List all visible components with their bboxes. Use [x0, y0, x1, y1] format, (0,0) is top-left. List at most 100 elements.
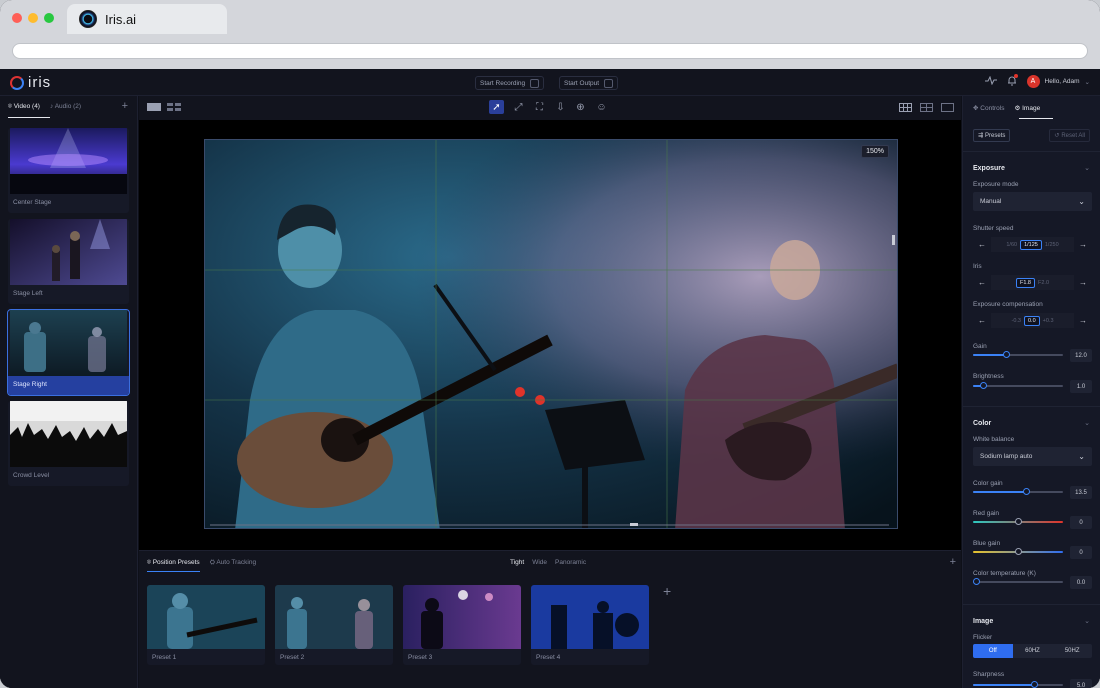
red-gain-value[interactable]: 0 — [1070, 516, 1092, 529]
arrow-right-icon[interactable]: → — [1074, 240, 1092, 249]
presets-button[interactable]: ⇶ Presets — [973, 129, 1011, 142]
address-bar[interactable] — [12, 43, 1088, 59]
slider-handle[interactable] — [973, 578, 981, 585]
single-layout-icon[interactable] — [146, 100, 161, 114]
preset-card[interactable]: Preset 2 — [275, 585, 393, 665]
flicker-60hz-option[interactable]: 60HZ — [1013, 644, 1053, 658]
slider-handle[interactable] — [980, 382, 988, 389]
compensation-prev[interactable]: -0.3 — [1012, 318, 1021, 324]
crop-tool-icon[interactable]: ⛶ — [532, 100, 547, 114]
slider-handle[interactable] — [1030, 681, 1038, 688]
tab-auto-tracking[interactable]: ⛭ Auto Tracking — [210, 559, 256, 572]
tab-position-presets[interactable]: ⌾ Position Presets — [147, 559, 200, 572]
mode-tight[interactable]: Tight — [510, 559, 524, 566]
shutter-prev[interactable]: 1/60 — [1006, 242, 1017, 248]
mode-wide[interactable]: Wide — [532, 559, 547, 566]
brightness-value[interactable]: 1.0 — [1070, 380, 1092, 393]
iris-stepper[interactable]: ← F1.8 F2.0 → — [973, 275, 1092, 290]
chevron-down-icon[interactable]: ⌄ — [1084, 419, 1090, 427]
grid-layout-icon[interactable] — [166, 100, 181, 114]
no-overlay-icon[interactable] — [940, 100, 955, 114]
blue-gain-value[interactable]: 0 — [1070, 546, 1092, 559]
arrow-right-icon[interactable]: → — [1074, 278, 1092, 287]
slider-handle[interactable] — [1022, 488, 1030, 495]
color-gain-value[interactable]: 13.5 — [1070, 486, 1092, 499]
split-overlay-icon[interactable] — [919, 100, 934, 114]
output-settings-icon[interactable] — [604, 78, 614, 88]
camera-card-stage-right[interactable]: Stage Right — [7, 309, 130, 396]
reset-all-button[interactable]: ↺ Reset All — [1049, 129, 1090, 142]
sharpness-slider[interactable] — [973, 681, 1063, 688]
add-preset-button[interactable]: + — [663, 583, 671, 599]
tab-image[interactable]: ⚙ Image — [1014, 104, 1040, 112]
image-section-title[interactable]: Image — [973, 618, 993, 625]
shutter-next[interactable]: 1/250 — [1045, 242, 1059, 248]
arrow-right-icon[interactable]: → — [1074, 316, 1092, 325]
fit-tool-icon[interactable]: ⤢ — [511, 100, 526, 114]
slider-handle[interactable] — [1014, 548, 1022, 555]
user-menu[interactable]: A Hello, Adam ⌄ — [1026, 75, 1090, 88]
slider-handle[interactable] — [1002, 351, 1010, 358]
browser-tab[interactable]: Iris.ai — [67, 4, 227, 34]
close-window-button[interactable] — [12, 13, 22, 23]
slider-handle[interactable] — [1014, 518, 1022, 525]
arrow-left-icon[interactable]: ← — [973, 278, 991, 287]
maximize-window-button[interactable] — [44, 13, 54, 23]
controls-panel: ✥ Controls ⚙ Image ⇶ Presets ↺ Reset All… — [962, 96, 1100, 688]
exposure-compensation-stepper[interactable]: ← -0.3 0.0 +0.3 → — [973, 313, 1092, 328]
preset-card[interactable]: Preset 1 — [147, 585, 265, 665]
exposure-mode-select[interactable]: Manual ⌄ — [973, 192, 1092, 211]
sharpness-value[interactable]: 5.0 — [1070, 679, 1092, 688]
reset-icon: ↺ — [1054, 133, 1060, 139]
compensation-next[interactable]: +0.3 — [1043, 318, 1054, 324]
white-balance-select[interactable]: Sodium lamp auto ⌄ — [973, 447, 1092, 466]
activity-icon[interactable] — [984, 75, 997, 87]
minimize-window-button[interactable] — [28, 13, 38, 23]
live-frame[interactable]: 150% — [204, 139, 898, 529]
arrow-left-icon[interactable]: ← — [973, 240, 991, 249]
face-tracking-icon[interactable]: ☺ — [594, 100, 609, 114]
color-section-title[interactable]: Color — [973, 420, 991, 427]
iris-next[interactable]: F2.0 — [1038, 280, 1049, 286]
preset-label: Preset 3 — [408, 654, 433, 661]
gain-slider[interactable] — [973, 351, 1063, 358]
mode-panoramic[interactable]: Panoramic — [555, 559, 586, 566]
red-gain-slider[interactable] — [973, 518, 1063, 525]
compensation-values: -0.3 0.0 +0.3 — [991, 313, 1074, 328]
flicker-50hz-option[interactable]: 50HZ — [1052, 644, 1092, 658]
shutter-speed-stepper[interactable]: ← 1/60 1/125 1/250 → — [973, 237, 1092, 252]
shutter-current: 1/125 — [1020, 239, 1042, 250]
chevron-down-icon[interactable]: ⌄ — [1084, 617, 1090, 625]
position-tool-icon[interactable]: ⇩ — [553, 100, 568, 114]
grid-overlay-icon[interactable] — [898, 100, 913, 114]
blue-gain-slider[interactable] — [973, 548, 1063, 555]
gain-value[interactable]: 12.0 — [1070, 349, 1092, 362]
start-output-button[interactable]: Start Output — [559, 76, 619, 90]
arrow-left-icon[interactable]: ← — [973, 316, 991, 325]
start-recording-button[interactable]: Start Recording — [475, 76, 545, 90]
zoom-level-badge[interactable]: 150% — [861, 145, 889, 158]
camera-card-center-stage[interactable]: Center Stage — [8, 128, 129, 213]
brightness-label: Brightness — [973, 373, 1004, 380]
sources-tabs: ⌾ Video (4) ♪ Audio (2) — [8, 103, 81, 111]
exposure-section-title[interactable]: Exposure — [973, 165, 1005, 172]
add-preset-group-button[interactable]: + — [950, 556, 956, 568]
preset-card[interactable]: Preset 3 — [403, 585, 521, 665]
tab-video[interactable]: ⌾ Video (4) — [8, 103, 40, 111]
tab-controls[interactable]: ✥ Controls — [973, 104, 1004, 112]
chevron-down-icon[interactable]: ⌄ — [1084, 164, 1090, 172]
brightness-slider[interactable] — [973, 382, 1063, 389]
color-temperature-slider[interactable] — [973, 578, 1063, 585]
flicker-off-option[interactable]: Off — [973, 644, 1013, 658]
add-source-button[interactable]: + — [122, 100, 128, 112]
preset-card[interactable]: Preset 4 — [531, 585, 649, 665]
tab-audio[interactable]: ♪ Audio (2) — [50, 103, 81, 111]
color-gain-slider[interactable] — [973, 488, 1063, 495]
color-temperature-value[interactable]: 0.0 — [1070, 576, 1092, 589]
camera-card-crowd-level[interactable]: Crowd Level — [8, 401, 129, 486]
record-settings-icon[interactable] — [530, 78, 540, 88]
zoom-tool-icon[interactable]: ⊕ — [573, 100, 588, 114]
notification-bell-icon[interactable] — [1007, 74, 1018, 88]
camera-card-stage-left[interactable]: Stage Left — [8, 219, 129, 304]
select-tool-icon[interactable]: ➚ — [489, 100, 504, 114]
